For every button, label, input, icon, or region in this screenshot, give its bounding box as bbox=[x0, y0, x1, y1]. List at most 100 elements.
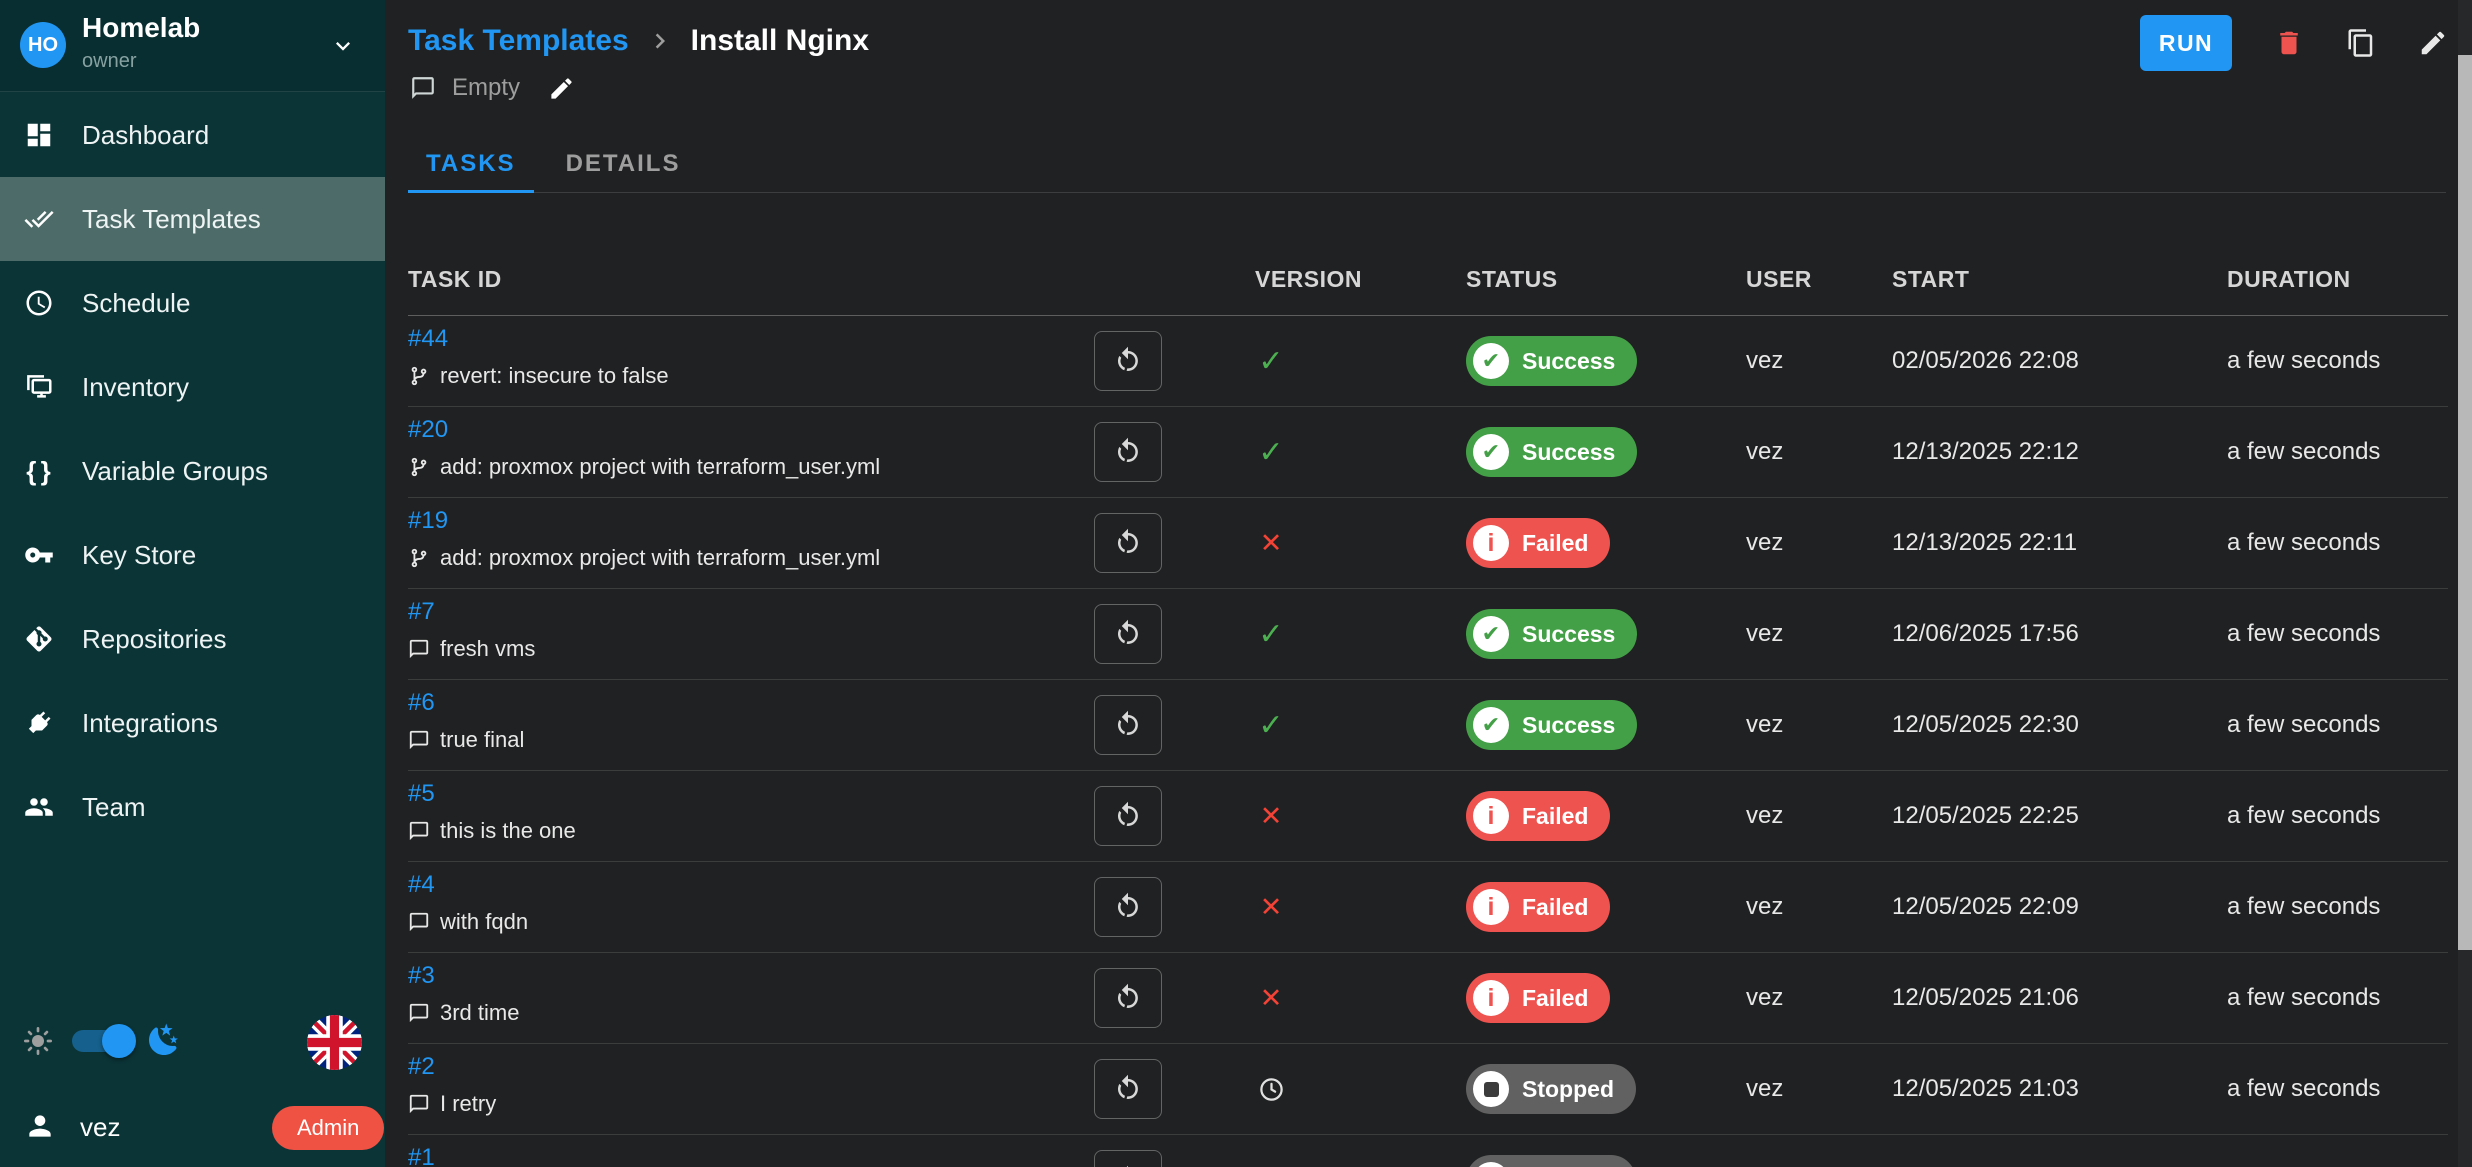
language-flag-uk[interactable] bbox=[307, 1015, 362, 1070]
sidebar-item-label: Repositories bbox=[82, 624, 227, 655]
git-branch-icon bbox=[408, 456, 430, 478]
column-header-version: VERSION bbox=[1255, 266, 1362, 293]
table-row: #1 ✓ ✕ ✔ i bbox=[408, 1135, 2448, 1167]
version-cross-icon: ✕ bbox=[1260, 983, 1283, 1014]
rerun-button[interactable] bbox=[1094, 1059, 1162, 1119]
status-badge: ✔ i Stopped bbox=[1466, 1064, 1636, 1114]
sidebar-item-team[interactable]: Team bbox=[0, 765, 385, 849]
column-header-duration: DURATION bbox=[2227, 266, 2351, 293]
scrollbar[interactable] bbox=[2458, 0, 2472, 1167]
column-header-start: START bbox=[1892, 266, 1969, 293]
rerun-button[interactable] bbox=[1094, 422, 1162, 482]
status-label: Failed bbox=[1522, 894, 1588, 921]
status-cell: ✔ i Stopped bbox=[1466, 1064, 1636, 1114]
rerun-button[interactable] bbox=[1094, 1150, 1162, 1167]
monitor-icon bbox=[22, 370, 56, 404]
start-cell: 12/13/2025 22:11 bbox=[1892, 529, 2077, 557]
restart-icon bbox=[1113, 346, 1143, 376]
start-cell: 12/05/2025 21:06 bbox=[1892, 984, 2079, 1012]
rerun-button[interactable] bbox=[1094, 786, 1162, 846]
rerun-button[interactable] bbox=[1094, 604, 1162, 664]
edit-icon[interactable] bbox=[2418, 28, 2448, 58]
user-cell: vez bbox=[1746, 620, 1783, 648]
status-badge: ✔ i Failed bbox=[1466, 791, 1610, 841]
version-check-icon: ✓ bbox=[1258, 617, 1283, 652]
task-link[interactable]: #2 bbox=[408, 1053, 435, 1081]
rerun-button[interactable] bbox=[1094, 968, 1162, 1028]
scrollbar-thumb[interactable] bbox=[2458, 55, 2472, 950]
message-bubble-icon bbox=[408, 820, 430, 842]
task-link[interactable]: #6 bbox=[408, 689, 435, 717]
edit-description-icon[interactable] bbox=[548, 75, 575, 102]
project-role: owner bbox=[82, 50, 136, 73]
task-link[interactable]: #1 bbox=[408, 1144, 435, 1167]
description-text: Empty bbox=[452, 74, 520, 102]
user-cell: vez bbox=[1746, 802, 1783, 830]
chevron-down-icon[interactable] bbox=[329, 32, 357, 60]
sidebar-item-label: Key Store bbox=[82, 540, 196, 571]
project-switcher[interactable]: HO Homelab owner bbox=[0, 0, 385, 92]
status-cell: ✔ i Success bbox=[1466, 700, 1637, 750]
tab-bar: TASKS DETAILS bbox=[408, 136, 2446, 193]
admin-badge: Admin bbox=[272, 1106, 384, 1150]
task-message-text: revert: insecure to false bbox=[440, 363, 669, 389]
status-label: Success bbox=[1522, 348, 1615, 375]
sidebar-item-key-store[interactable]: Key Store bbox=[0, 513, 385, 597]
toggle-thumb[interactable] bbox=[102, 1024, 136, 1058]
breadcrumb-task-templates-link[interactable]: Task Templates bbox=[408, 24, 629, 58]
message-bubble-icon bbox=[408, 1093, 430, 1115]
sidebar-item-schedule[interactable]: Schedule bbox=[0, 261, 385, 345]
status-badge: ✔ i Success bbox=[1466, 700, 1637, 750]
run-button[interactable]: RUN bbox=[2140, 15, 2232, 71]
status-icon: ✔ i bbox=[1473, 434, 1509, 470]
rerun-button[interactable] bbox=[1094, 513, 1162, 573]
duration-cell: a few seconds bbox=[2227, 347, 2380, 375]
task-message: I retry bbox=[408, 1088, 496, 1120]
task-link[interactable]: #44 bbox=[408, 325, 448, 353]
project-name: Homelab bbox=[82, 12, 200, 44]
restart-icon bbox=[1113, 437, 1143, 467]
start-cell: 12/05/2025 22:09 bbox=[1892, 893, 2079, 921]
table-row: #6 true final ✓ ✕ ✔ i bbox=[408, 680, 2448, 771]
sidebar-item-task-templates[interactable]: Task Templates bbox=[0, 177, 385, 261]
restart-icon bbox=[1113, 801, 1143, 831]
rerun-button[interactable] bbox=[1094, 877, 1162, 937]
tab-tasks[interactable]: TASKS bbox=[408, 136, 534, 192]
task-link[interactable]: #5 bbox=[408, 780, 435, 808]
rerun-button[interactable] bbox=[1094, 695, 1162, 755]
status-label: Success bbox=[1522, 439, 1615, 466]
task-link[interactable]: #4 bbox=[408, 871, 435, 899]
sidebar-item-variable-groups[interactable]: { } Variable Groups bbox=[0, 429, 385, 513]
git-branch-icon bbox=[408, 547, 430, 569]
version-check-icon: ✓ bbox=[1258, 344, 1283, 379]
task-link[interactable]: #20 bbox=[408, 416, 448, 444]
status-badge: ✔ i Success bbox=[1466, 427, 1637, 477]
copy-icon[interactable] bbox=[2346, 28, 2376, 58]
sidebar-item-dashboard[interactable]: Dashboard bbox=[0, 93, 385, 177]
start-cell: 12/06/2025 17:56 bbox=[1892, 620, 2079, 648]
user-cell: vez bbox=[1746, 893, 1783, 921]
column-header-task-id: TASK ID bbox=[408, 266, 502, 293]
version-cell: ✓ ✕ bbox=[1255, 680, 1287, 770]
task-message-text: fresh vms bbox=[440, 636, 535, 662]
task-message: true final bbox=[408, 724, 524, 756]
duration-cell: a few seconds bbox=[2227, 893, 2380, 921]
table-row: #19 add: proxmox project with terraform_… bbox=[408, 498, 2448, 589]
dark-mode-toggle[interactable] bbox=[72, 1030, 130, 1052]
sidebar-item-inventory[interactable]: Inventory bbox=[0, 345, 385, 429]
tab-details[interactable]: DETAILS bbox=[548, 136, 699, 192]
message-bubble-icon bbox=[408, 638, 430, 660]
status-label: Stopped bbox=[1522, 1076, 1614, 1103]
delete-icon[interactable] bbox=[2274, 28, 2304, 58]
task-link[interactable]: #3 bbox=[408, 962, 435, 990]
clock-icon bbox=[22, 286, 56, 320]
message-bubble-icon bbox=[410, 75, 436, 101]
sidebar-item-repositories[interactable]: Repositories bbox=[0, 597, 385, 681]
sidebar-item-integrations[interactable]: Integrations bbox=[0, 681, 385, 765]
task-link[interactable]: #7 bbox=[408, 598, 435, 626]
current-user[interactable]: vez Admin bbox=[0, 1095, 385, 1167]
start-cell: 12/05/2025 21:03 bbox=[1892, 1075, 2079, 1103]
key-icon bbox=[22, 538, 56, 572]
task-link[interactable]: #19 bbox=[408, 507, 448, 535]
rerun-button[interactable] bbox=[1094, 331, 1162, 391]
